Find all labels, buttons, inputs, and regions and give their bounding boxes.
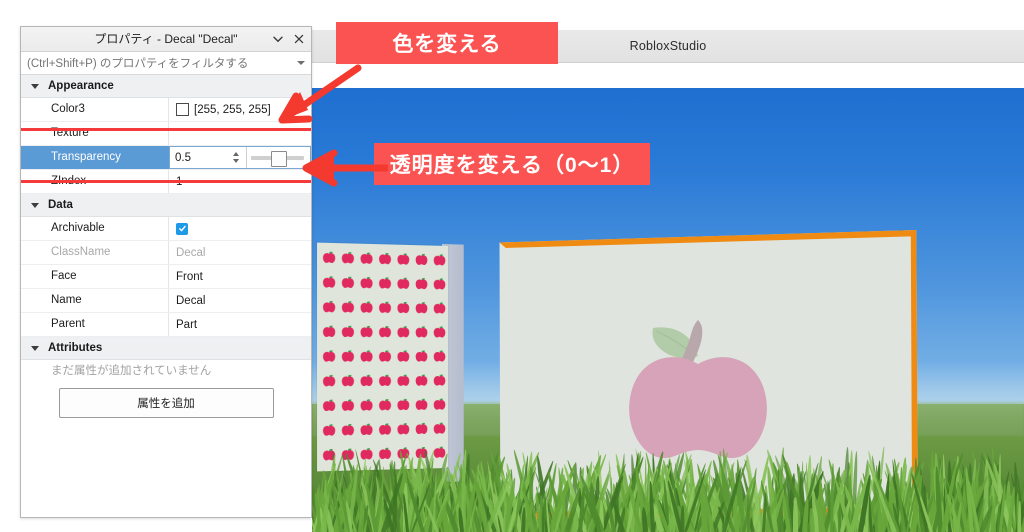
apple-tile-icon [377, 250, 392, 266]
property-row-name[interactable]: NameDecal [21, 289, 311, 313]
annotation-change-color: 色を変える [336, 22, 558, 64]
apple-tile-icon [359, 348, 374, 363]
add-attribute-row: 属性を追加 [21, 382, 311, 424]
apple-tile-icon [359, 299, 374, 314]
highlight-underline-color3 [21, 128, 311, 131]
property-value[interactable]: Decal [169, 241, 311, 264]
property-value[interactable] [169, 217, 311, 240]
checkbox-checked-icon[interactable] [176, 223, 188, 235]
apple-tile-icon [321, 274, 337, 290]
apple-tile-icon [340, 348, 356, 363]
apple-tile-icon [377, 348, 392, 363]
property-value[interactable]: Front [169, 265, 311, 288]
apple-tile-icon [359, 372, 374, 387]
category-caret-icon[interactable] [31, 203, 39, 208]
apple-tile-icon [377, 299, 392, 314]
apple-tile-icon [340, 299, 356, 315]
apple-tile-icon [340, 274, 356, 290]
apple-tile-icon [359, 323, 374, 338]
apple-tile-icon [432, 372, 447, 387]
transparency-slider[interactable] [246, 147, 308, 168]
color-swatch-icon[interactable] [176, 103, 189, 116]
property-value[interactable]: Part [169, 313, 311, 336]
slider-thumb[interactable] [271, 151, 287, 167]
apple-tile-icon [432, 276, 447, 291]
property-row-parent[interactable]: ParentPart [21, 313, 311, 337]
category-caret-icon[interactable] [31, 84, 39, 89]
apple-tile-icon [377, 275, 392, 290]
attributes-empty-note: まだ属性が追加されていません [21, 360, 311, 382]
apple-tile-icon [432, 252, 447, 267]
apple-tile-icon [414, 300, 429, 315]
property-name: Color3 [21, 98, 169, 121]
apple-tile-icon [359, 250, 374, 266]
apple-tile-icon [340, 249, 356, 265]
apple-tile-icon [321, 323, 337, 339]
apple-tile-icon [396, 348, 411, 363]
apple-tile-icon [432, 348, 447, 363]
apple-tile-icon [321, 372, 337, 388]
stepper-up-icon[interactable] [233, 152, 239, 156]
apple-tile-icon [414, 251, 429, 266]
apple-tile-icon [377, 372, 392, 387]
apple-tile-icon [396, 324, 411, 339]
property-row-classname[interactable]: ClassNameDecal [21, 241, 311, 265]
property-row-transparency[interactable]: Transparency0.5 [21, 146, 311, 170]
apple-tile-icon [340, 372, 356, 387]
apple-tile-icon [321, 249, 337, 265]
close-icon[interactable] [293, 33, 305, 45]
property-category-attributes[interactable]: Attributes [21, 337, 311, 360]
arrow-to-color3-icon [252, 62, 364, 128]
category-label: Appearance [48, 80, 114, 92]
category-label: Data [48, 199, 73, 211]
apple-tile-icon [414, 275, 429, 290]
apple-tile-icon [396, 275, 411, 290]
property-name: Archivable [21, 217, 169, 240]
apple-tile-icon [414, 372, 429, 387]
property-name: Parent [21, 313, 169, 336]
apple-tile-icon [396, 251, 411, 267]
category-caret-icon[interactable] [31, 346, 39, 351]
properties-panel-title: プロパティ - Decal "Decal" [21, 27, 311, 51]
property-name: Transparency [21, 146, 169, 169]
apple-tile-icon [432, 300, 447, 315]
transparency-stepper[interactable] [229, 152, 242, 163]
property-name: Face [21, 265, 169, 288]
foreground-grass-blades [312, 456, 1024, 532]
property-row-archivable[interactable]: Archivable [21, 217, 311, 241]
apple-tile-icon [377, 323, 392, 338]
apple-tile-icon [321, 348, 337, 363]
add-attribute-button[interactable]: 属性を追加 [59, 388, 274, 418]
apple-tile-icon [396, 299, 411, 314]
grass-blade [1018, 501, 1021, 532]
apple-tile-icon [414, 324, 429, 339]
stepper-down-icon[interactable] [233, 159, 239, 163]
transparency-editor[interactable]: 0.5 [169, 146, 311, 169]
transparency-value-input[interactable]: 0.5 [170, 152, 229, 164]
highlight-underline-transparency [21, 180, 311, 183]
category-label: Attributes [48, 342, 102, 354]
apple-tile-icon [321, 298, 337, 314]
apple-tile-icon [396, 372, 411, 387]
apple-tile-icon [414, 348, 429, 363]
apple-tile-icon [359, 274, 374, 290]
annotation-change-transparency: 透明度を変える（0〜1） [374, 143, 650, 185]
property-category-data[interactable]: Data [21, 194, 311, 217]
property-name: Texture [21, 122, 169, 145]
property-name: Name [21, 289, 169, 312]
property-name: ClassName [21, 241, 169, 264]
chevron-down-icon[interactable] [272, 33, 284, 45]
property-row-face[interactable]: FaceFront [21, 265, 311, 289]
apple-tile-icon [340, 323, 356, 338]
roblox-studio-window: RobloxStudio [312, 30, 1024, 532]
properties-panel-header: プロパティ - Decal "Decal" [21, 27, 311, 52]
arrow-to-transparency-icon [300, 148, 388, 188]
apple-tile-icon [432, 324, 447, 339]
property-value[interactable]: Decal [169, 289, 311, 312]
